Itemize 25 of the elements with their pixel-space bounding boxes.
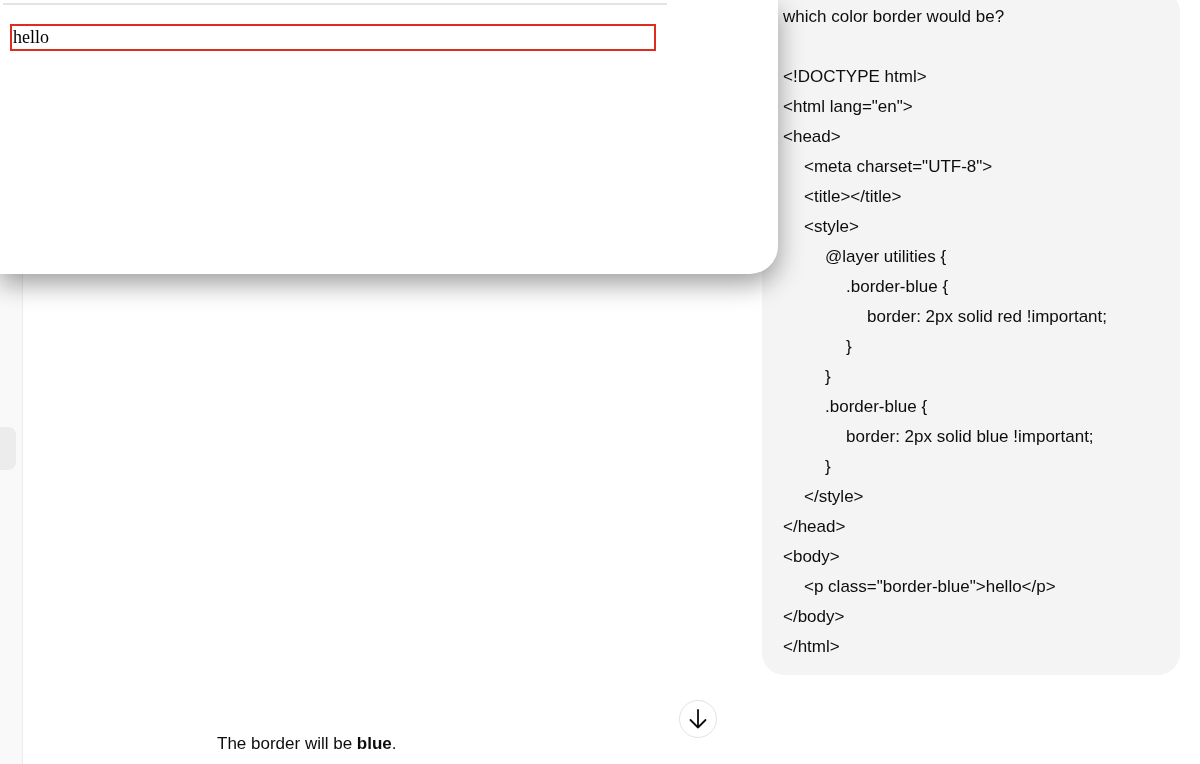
- code-line: </style>: [803, 486, 865, 508]
- code-line: border: 2px solid red !important;: [866, 306, 1108, 328]
- reply-text: The border will be blue.: [217, 733, 397, 755]
- code-line: <!DOCTYPE html>: [783, 66, 928, 88]
- code-line: }: [824, 366, 832, 388]
- scroll-down-button[interactable]: [679, 700, 717, 738]
- message-text: which color border would be?: [783, 6, 1006, 28]
- code-line: <head>: [783, 126, 842, 148]
- bordered-paragraph: hello: [10, 24, 656, 51]
- code-line: <title></title>: [803, 186, 903, 208]
- code-line: .border-blue {: [824, 396, 929, 418]
- code-line: .border-blue {: [845, 276, 950, 298]
- code-line: <meta charset="UTF-8">: [803, 156, 994, 178]
- code-line: @layer utilities {: [824, 246, 948, 268]
- arrow-down-icon: [689, 709, 707, 729]
- code-line: </body>: [783, 606, 846, 628]
- code-line: <p class="border-blue">hello</p>: [803, 576, 1057, 598]
- code-line: <html lang="en">: [783, 96, 914, 118]
- code-line: border: 2px solid blue !important;: [845, 426, 1095, 448]
- code-line: </html>: [783, 636, 841, 658]
- code-line: }: [845, 336, 853, 358]
- code-line: }: [824, 456, 832, 478]
- code-line: <style>: [803, 216, 860, 238]
- code-line: <body>: [783, 546, 841, 568]
- code-line: </head>: [783, 516, 847, 538]
